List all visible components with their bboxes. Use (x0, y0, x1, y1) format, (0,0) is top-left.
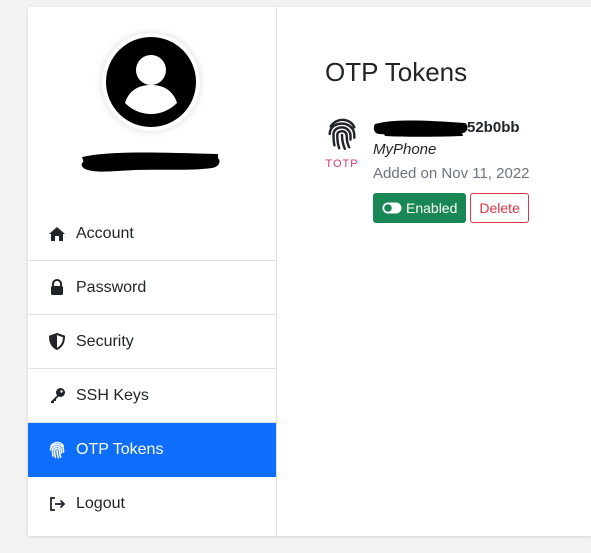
token-type-label: TOTP (325, 158, 359, 170)
sidebar-item-label: SSH Keys (76, 386, 149, 404)
token-actions: Enabled Delete (373, 193, 530, 223)
page-title: OTP Tokens (325, 57, 468, 87)
sidebar-nav: Account Password Security SSH Keys OTP T… (28, 207, 276, 531)
settings-card: Account Password Security SSH Keys OTP T… (28, 7, 591, 536)
sidebar-item-password[interactable]: Password (28, 261, 276, 315)
token-details: 52b0bb MyPhone Added on Nov 11, 2022 Ena… (373, 115, 530, 223)
enabled-toggle-button[interactable]: Enabled (373, 193, 467, 223)
sidebar-item-label: Security (76, 332, 134, 350)
token-id-redacted (373, 120, 468, 137)
sidebar-item-label: Password (76, 278, 147, 296)
token-name: MyPhone (373, 141, 437, 158)
enabled-label: Enabled (406, 200, 458, 216)
key-icon (48, 387, 66, 405)
sidebar-item-label: Logout (76, 495, 125, 512)
sidebar-item-account[interactable]: Account (28, 207, 276, 261)
fingerprint-icon (48, 441, 66, 459)
token-added-date: Added on Nov 11, 2022 (373, 165, 530, 182)
shield-icon (48, 333, 66, 351)
user-circle-icon (106, 37, 196, 127)
avatar (102, 33, 200, 131)
token-type-column: TOTP (325, 117, 359, 170)
sidebar-item-logout[interactable]: Logout (28, 477, 276, 531)
sidebar: Account Password Security SSH Keys OTP T… (28, 7, 277, 536)
sidebar-item-otp-tokens[interactable]: OTP Tokens (28, 423, 276, 477)
fingerprint-icon (328, 118, 356, 150)
otp-token-item: TOTP 52b0bb MyPhone Added on Nov 11, 202… (325, 115, 591, 235)
lock-icon (48, 279, 66, 297)
logout-icon (48, 495, 66, 513)
sidebar-item-security[interactable]: Security (28, 315, 276, 369)
main-content: OTP Tokens TOTP 52b0bb MyPhone Added on … (325, 7, 591, 536)
delete-button[interactable]: Delete (470, 193, 529, 223)
sidebar-item-label: OTP Tokens (76, 440, 164, 458)
token-id: 52b0bb (373, 115, 530, 139)
sidebar-item-label: Account (76, 224, 134, 242)
toggle-on-icon (382, 202, 402, 214)
home-icon (48, 225, 66, 243)
sidebar-item-ssh-keys[interactable]: SSH Keys (28, 369, 276, 423)
username-redacted (81, 152, 220, 172)
token-id-suffix: 52b0bb (467, 119, 520, 136)
